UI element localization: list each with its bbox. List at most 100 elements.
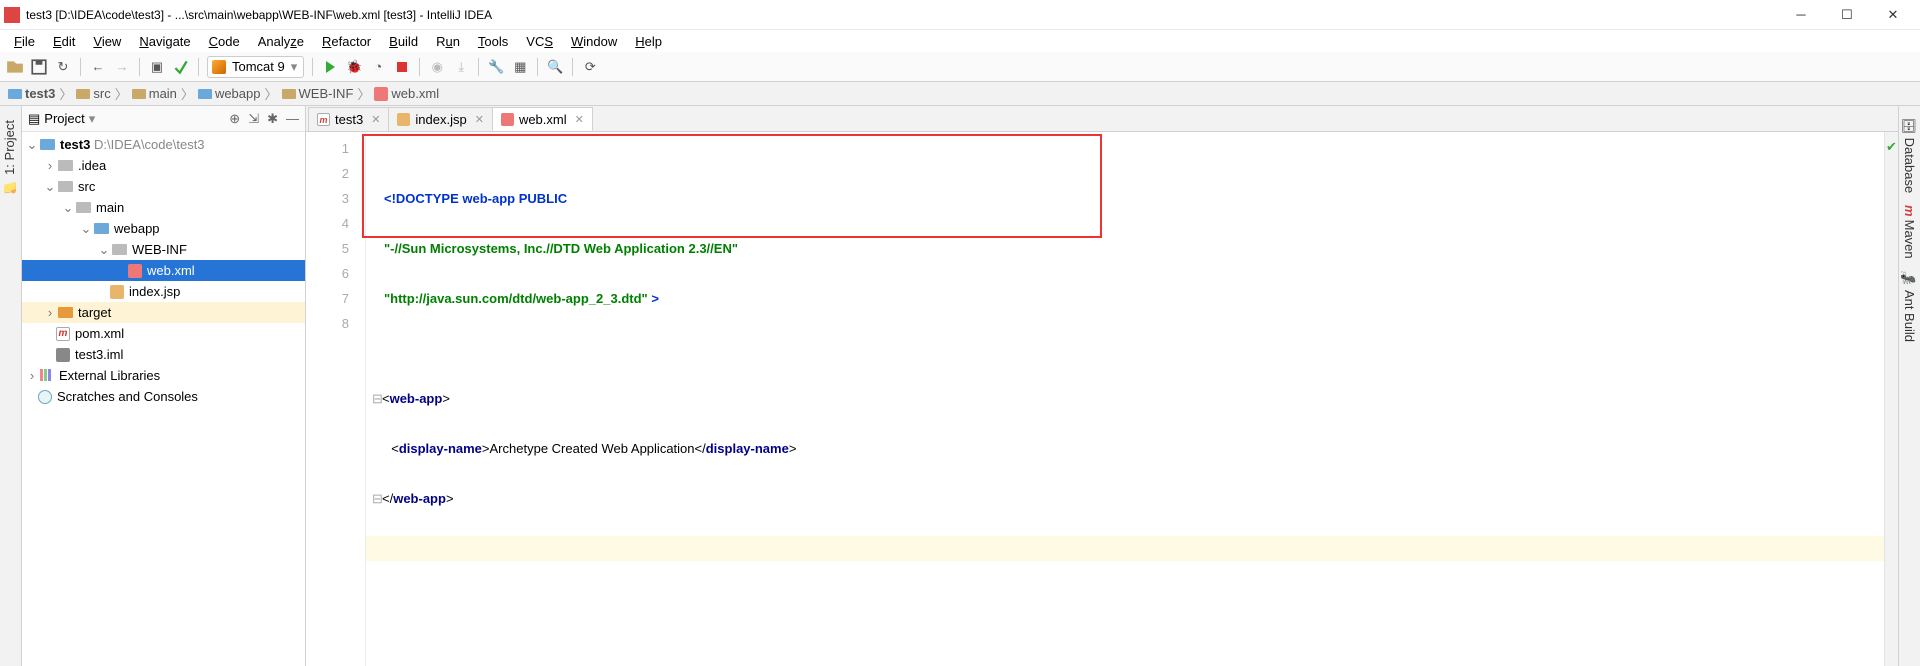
run-config-label: Tomcat 9	[232, 59, 285, 74]
coverage-icon[interactable]: ◔	[369, 58, 387, 76]
folder-icon	[58, 181, 73, 192]
twisty-icon[interactable]: ›	[44, 158, 56, 173]
twisty-icon[interactable]: ⌄	[26, 137, 38, 153]
sidebar-database-tab[interactable]: 🗄 Database	[1902, 112, 1917, 199]
tab-webxml[interactable]: web.xml ✕	[492, 107, 593, 131]
twisty-icon[interactable]: ⌄	[62, 200, 74, 216]
line-number: 3	[306, 186, 349, 211]
twisty-icon[interactable]: ›	[44, 305, 56, 320]
run-icon[interactable]	[321, 58, 339, 76]
maximize-button[interactable]: ☐	[1824, 1, 1870, 29]
breakpoint-icon[interactable]: ◉	[428, 58, 446, 76]
tree-scratches[interactable]: Scratches and Consoles	[22, 386, 305, 407]
jsp-file-icon	[110, 285, 124, 299]
forward-icon[interactable]: →	[113, 58, 131, 76]
fold-icon[interactable]: ⊟	[372, 486, 382, 511]
tab-test3[interactable]: m test3 ✕	[308, 107, 389, 131]
close-button[interactable]: ✕	[1870, 1, 1916, 29]
line-gutter[interactable]: 1 2 3 4 5 6 7 8	[306, 132, 366, 666]
tree-label: test3	[60, 137, 90, 152]
wrench-icon[interactable]: 🔧	[487, 58, 505, 76]
open-icon[interactable]	[6, 58, 24, 76]
maven-file-icon: m	[56, 327, 70, 341]
bc-webapp[interactable]: webapp	[196, 85, 263, 102]
tree-pom[interactable]: m pom.xml	[22, 323, 305, 344]
bc-src[interactable]: src	[74, 85, 112, 102]
menu-run[interactable]: Run	[428, 32, 468, 51]
xml-file-icon	[128, 264, 142, 278]
toolbar: ↻ ← → ▣ Tomcat 9 ▾ 🐞 ◔ ◉ ⤓ 🔧 ▦ 🔍 ⟳	[0, 52, 1920, 82]
project-panel-header: ▤ Project ▾ ⊕ ⇲ ✱ —	[22, 106, 305, 132]
tree-src[interactable]: ⌄ src	[22, 176, 305, 197]
menu-analyze[interactable]: Analyze	[250, 32, 312, 51]
tree-target[interactable]: › target	[22, 302, 305, 323]
build-icon[interactable]	[172, 58, 190, 76]
fold-icon[interactable]: ⊟	[372, 386, 382, 411]
sidebar-ant-tab[interactable]: 🐜 Ant Build	[1902, 265, 1917, 348]
jsp-file-icon	[397, 113, 410, 126]
close-tab-icon[interactable]: ✕	[371, 113, 380, 126]
intellij-icon	[4, 7, 20, 23]
tree-root[interactable]: ⌄ test3 D:\IDEA\code\test3	[22, 134, 305, 155]
gear-icon[interactable]: ✱	[267, 111, 278, 127]
sidebar-project-tab[interactable]: 📁 1: Project	[2, 116, 18, 200]
menu-refactor[interactable]: Refactor	[314, 32, 379, 51]
tree-indexjsp[interactable]: index.jsp	[22, 281, 305, 302]
update-icon[interactable]: ⟳	[581, 58, 599, 76]
menu-build[interactable]: Build	[381, 32, 426, 51]
collapse-panel-icon[interactable]: —	[286, 111, 299, 127]
back-icon[interactable]: ←	[89, 58, 107, 76]
tree-idea[interactable]: › .idea	[22, 155, 305, 176]
sidebar-maven-tab[interactable]: m Maven	[1902, 199, 1917, 265]
tree-main[interactable]: ⌄ main	[22, 197, 305, 218]
menu-view[interactable]: View	[85, 32, 129, 51]
editor-body[interactable]: 1 2 3 4 5 6 7 8 <!DOCTYPE web-app PUBLIC…	[306, 132, 1898, 666]
menu-tools[interactable]: Tools	[470, 32, 516, 51]
close-tab-icon[interactable]: ✕	[575, 113, 584, 126]
twisty-icon[interactable]: ⌄	[80, 221, 92, 237]
twisty-icon[interactable]: ›	[26, 368, 38, 383]
save-all-icon[interactable]	[30, 58, 48, 76]
tree-webinf[interactable]: ⌄ WEB-INF	[22, 239, 305, 260]
menu-edit[interactable]: Edit	[45, 32, 83, 51]
tree-external-libs[interactable]: › External Libraries	[22, 365, 305, 386]
menu-file[interactable]: File	[6, 32, 43, 51]
search-icon[interactable]: 🔍	[546, 58, 564, 76]
minimize-button[interactable]: ─	[1778, 1, 1824, 29]
menu-code[interactable]: Code	[201, 32, 248, 51]
menu-help[interactable]: Help	[627, 32, 670, 51]
web-folder-icon	[94, 223, 109, 234]
right-tool-strip: 🗄 Database m Maven 🐜 Ant Build	[1898, 106, 1920, 666]
bc-root[interactable]: test3	[6, 85, 57, 102]
maven-file-icon: m	[317, 113, 330, 126]
bc-main[interactable]: main	[130, 85, 179, 102]
attach-icon[interactable]: ⤓	[452, 58, 470, 76]
tab-indexjsp[interactable]: index.jsp ✕	[388, 107, 493, 131]
stop-icon[interactable]	[393, 58, 411, 76]
run-config-selector[interactable]: Tomcat 9 ▾	[207, 56, 304, 78]
editor-scrollbar[interactable]: ✔	[1884, 132, 1898, 666]
twisty-icon[interactable]: ⌄	[44, 179, 56, 195]
bc-webinf[interactable]: WEB-INF	[280, 85, 356, 102]
folder-icon	[112, 244, 127, 255]
twisty-icon[interactable]: ⌄	[98, 242, 110, 258]
structure-icon[interactable]: ▦	[511, 58, 529, 76]
menu-vcs[interactable]: VCS	[518, 32, 561, 51]
menu-navigate[interactable]: Navigate	[131, 32, 198, 51]
locate-icon[interactable]: ⊕	[229, 111, 240, 127]
tree-webapp[interactable]: ⌄ webapp	[22, 218, 305, 239]
bc-file[interactable]: web.xml	[372, 85, 441, 102]
sync-icon[interactable]: ↻	[54, 58, 72, 76]
tree-webxml[interactable]: web.xml	[22, 260, 305, 281]
project-panel-title: Project	[44, 111, 84, 126]
debug-icon[interactable]: 🐞	[345, 58, 363, 76]
menu-window[interactable]: Window	[563, 32, 625, 51]
nav-bar-icon[interactable]: ▣	[148, 58, 166, 76]
line-number: 1	[306, 136, 349, 161]
code-content[interactable]: <!DOCTYPE web-app PUBLIC "-//Sun Microsy…	[366, 132, 1884, 666]
tree-iml[interactable]: test3.iml	[22, 344, 305, 365]
expand-all-icon[interactable]: ⇲	[248, 111, 259, 127]
project-view-selector[interactable]: ▤ Project ▾	[28, 111, 95, 127]
close-tab-icon[interactable]: ✕	[475, 113, 484, 126]
project-tree[interactable]: ⌄ test3 D:\IDEA\code\test3 › .idea ⌄ src…	[22, 132, 305, 666]
